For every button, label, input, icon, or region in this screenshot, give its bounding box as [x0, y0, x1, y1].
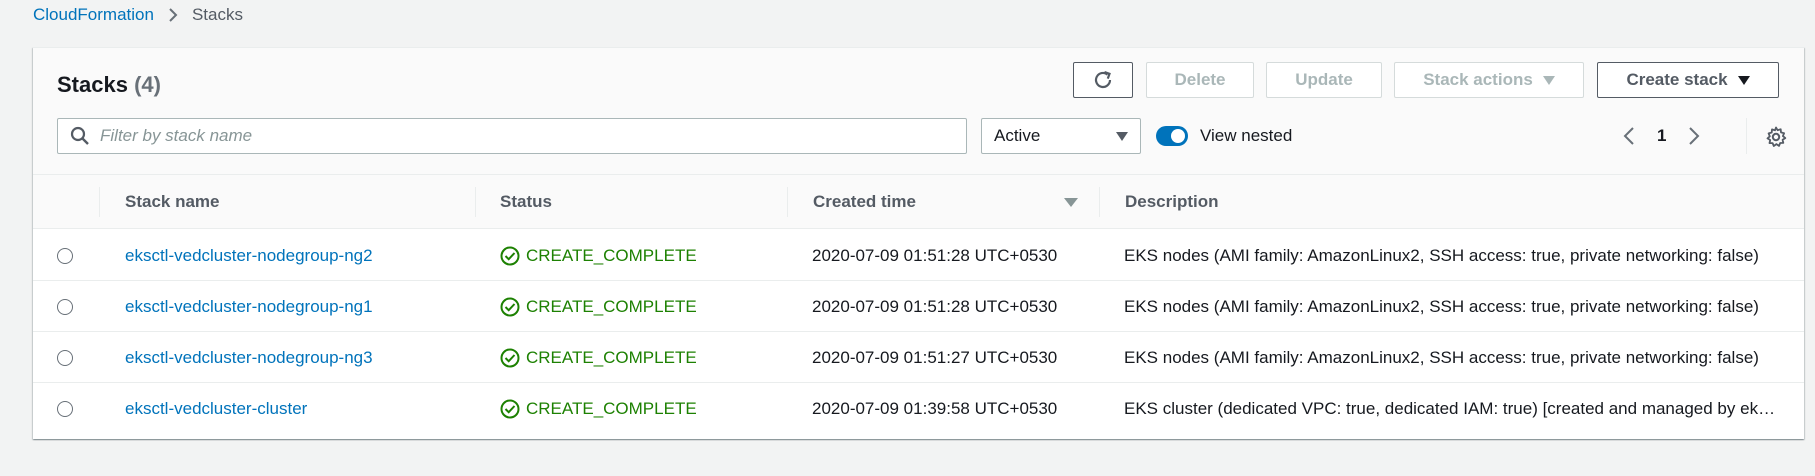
row-radio[interactable]	[57, 349, 73, 366]
chevron-right-icon[interactable]	[1688, 126, 1700, 146]
check-circle-icon	[500, 348, 520, 368]
stack-actions-label: Stack actions	[1423, 70, 1533, 89]
row-radio[interactable]	[57, 247, 73, 264]
column-divider	[475, 187, 476, 217]
table-header: Stack name Status Created time Descripti…	[33, 175, 1804, 229]
stack-count: (4)	[134, 72, 161, 97]
create-stack-label: Create stack	[1626, 70, 1728, 89]
create-stack-button[interactable]: Create stack	[1597, 62, 1779, 98]
status-filter-value: Active	[994, 126, 1041, 145]
chevron-left-icon[interactable]	[1623, 126, 1635, 146]
created-time: 2020-07-09 01:51:28 UTC+0530	[812, 296, 1058, 316]
column-divider	[787, 187, 788, 217]
column-header-stack-name[interactable]: Stack name	[125, 175, 220, 229]
update-button[interactable]: Update	[1266, 62, 1382, 98]
description: EKS nodes (AMI family: AmazonLinux2, SSH…	[1124, 297, 1759, 316]
stack-name-link[interactable]: eksctl-vedcluster-nodegroup-ng3	[125, 348, 373, 368]
column-divider	[1099, 187, 1100, 217]
stack-name-link[interactable]: eksctl-vedcluster-nodegroup-ng2	[125, 246, 373, 266]
page-title: Stacks (4)	[57, 72, 161, 98]
description: EKS nodes (AMI family: AmazonLinux2, SSH…	[1124, 246, 1759, 265]
status-text: CREATE_COMPLETE	[526, 245, 697, 265]
search-input[interactable]	[100, 126, 966, 146]
refresh-icon	[1092, 69, 1114, 91]
chevron-right-icon	[168, 7, 178, 23]
check-circle-icon	[500, 297, 520, 317]
sort-descending-icon[interactable]	[1064, 198, 1078, 207]
pager-divider	[1746, 118, 1747, 154]
breadcrumb-current: Stacks	[191, 5, 243, 24]
search-field[interactable]	[57, 118, 967, 154]
breadcrumb-cloudformation-link[interactable]: CloudFormation	[33, 5, 154, 25]
view-nested-toggle-group: View nested	[1156, 118, 1292, 154]
table-row[interactable]: eksctl-vedcluster-nodegroup-ng3 CREATE_C…	[33, 332, 1804, 383]
pagination: 1	[1623, 118, 1700, 154]
status-filter-select[interactable]: Active	[981, 118, 1141, 154]
status-text: CREATE_COMPLETE	[526, 347, 697, 367]
page-number[interactable]: 1	[1657, 126, 1666, 146]
created-time: 2020-07-09 01:51:28 UTC+0530	[812, 245, 1058, 265]
status-text: CREATE_COMPLETE	[526, 398, 697, 418]
table-row[interactable]: eksctl-vedcluster-nodegroup-ng1 CREATE_C…	[33, 281, 1804, 332]
caret-down-icon	[1737, 75, 1750, 85]
breadcrumb: CloudFormation Stacks	[33, 4, 243, 26]
view-nested-label: View nested	[1200, 126, 1293, 145]
caret-down-icon	[1542, 75, 1555, 85]
description: EKS cluster (dedicated VPC: true, dedica…	[1124, 399, 1780, 418]
column-header-description[interactable]: Description	[1125, 175, 1219, 229]
row-radio[interactable]	[57, 298, 73, 315]
table-row[interactable]: eksctl-vedcluster-nodegroup-ng2 CREATE_C…	[33, 230, 1804, 281]
description: EKS nodes (AMI family: AmazonLinux2, SSH…	[1124, 348, 1759, 367]
created-time: 2020-07-09 01:39:58 UTC+0530	[812, 398, 1058, 418]
stack-name-link[interactable]: eksctl-vedcluster-nodegroup-ng1	[125, 297, 373, 317]
stack-actions-button[interactable]: Stack actions	[1394, 62, 1584, 98]
view-nested-toggle[interactable]	[1156, 126, 1188, 146]
search-icon	[70, 126, 90, 146]
row-radio[interactable]	[57, 400, 73, 417]
table-row[interactable]: eksctl-vedcluster-cluster CREATE_COMPLET…	[33, 383, 1804, 434]
delete-button[interactable]: Delete	[1146, 62, 1254, 98]
column-header-created-time[interactable]: Created time	[813, 175, 916, 229]
title-text: Stacks	[57, 72, 128, 97]
stack-name-link[interactable]: eksctl-vedcluster-cluster	[125, 399, 307, 419]
status-text: CREATE_COMPLETE	[526, 296, 697, 316]
stacks-panel: Stacks (4) Delete Update Stack actions C…	[33, 47, 1804, 439]
gear-icon[interactable]	[1765, 126, 1787, 148]
panel-header: Stacks (4) Delete Update Stack actions C…	[33, 48, 1804, 175]
column-divider	[99, 187, 100, 217]
caret-down-icon	[1116, 131, 1128, 141]
check-circle-icon	[500, 399, 520, 419]
refresh-button[interactable]	[1073, 62, 1133, 98]
created-time: 2020-07-09 01:51:27 UTC+0530	[812, 347, 1058, 367]
check-circle-icon	[500, 246, 520, 266]
column-header-status[interactable]: Status	[500, 175, 552, 229]
